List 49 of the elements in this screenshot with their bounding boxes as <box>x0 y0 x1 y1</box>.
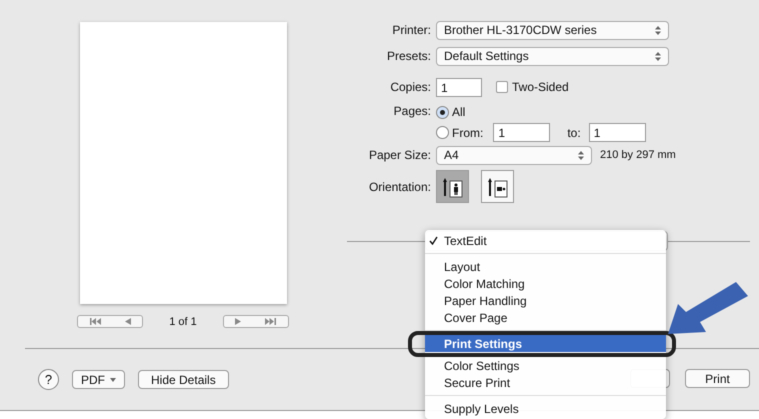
portrait-icon <box>442 176 464 198</box>
radio-label: From: <box>452 124 484 142</box>
paper-dimensions: 210 by 297 mm <box>600 148 676 163</box>
portrait-button[interactable] <box>436 170 469 203</box>
stepper-arrows-icon <box>578 150 584 160</box>
popup-button[interactable]: A4 <box>436 146 592 164</box>
first-page-icon <box>90 318 102 326</box>
previous-icon <box>124 318 131 326</box>
from-page-field[interactable]: 1 <box>493 123 550 142</box>
checkbox-label: Two-Sided <box>512 79 569 96</box>
field-label: Copies: <box>389 79 431 96</box>
landscape-button[interactable] <box>481 170 514 203</box>
to-page-field[interactable]: 1 <box>588 123 646 142</box>
menu-item[interactable]: Cover Page <box>425 309 666 326</box>
checkbox[interactable] <box>496 81 508 93</box>
field-label: Presets: <box>386 48 431 65</box>
first-previous-buttons[interactable] <box>77 315 144 328</box>
radio-button[interactable] <box>436 126 449 139</box>
field-label: Pages: <box>392 103 431 120</box>
hide-details-button[interactable]: Hide Details <box>138 370 229 389</box>
next-last-buttons[interactable] <box>222 315 289 328</box>
page-count: 1 of 1 <box>169 314 197 330</box>
radio-label: All <box>452 104 466 121</box>
popup-button[interactable]: Brother HL-3170CDW series <box>436 20 669 40</box>
stepper-arrows-icon <box>655 26 661 34</box>
menu-item[interactable]: Paper Handling <box>425 292 666 309</box>
last-page-icon <box>264 318 276 326</box>
radio-button[interactable] <box>436 106 449 118</box>
stepper-arrows-icon <box>655 52 661 60</box>
field-label: Printer: <box>391 22 431 39</box>
menu-item[interactable]: Color Settings <box>425 357 666 374</box>
next-icon <box>235 318 242 326</box>
menu-item[interactable]: Print Settings <box>425 335 666 352</box>
field-label: Orientation: <box>368 178 431 196</box>
menu-item[interactable]: Layout <box>425 258 666 275</box>
popup-button[interactable]: Default Settings <box>436 46 669 66</box>
menu-item[interactable]: TextEdit <box>425 232 666 249</box>
menu-item[interactable]: Color Matching <box>425 275 666 292</box>
checkmark-icon <box>429 236 438 245</box>
dropdown-caret-icon <box>110 378 116 382</box>
menu-item[interactable]: Supply Levels <box>425 400 666 417</box>
landscape-icon <box>486 176 508 198</box>
field-label: Paper Size: <box>368 147 431 164</box>
menu-item[interactable]: Secure Print <box>425 374 666 391</box>
field-label: to: <box>567 124 581 142</box>
help-button[interactable]: ? <box>38 369 59 390</box>
copies-field[interactable]: 1 <box>436 78 482 96</box>
pdf-menu-button[interactable]: PDF <box>72 370 125 389</box>
print-button[interactable]: Print <box>685 369 750 388</box>
